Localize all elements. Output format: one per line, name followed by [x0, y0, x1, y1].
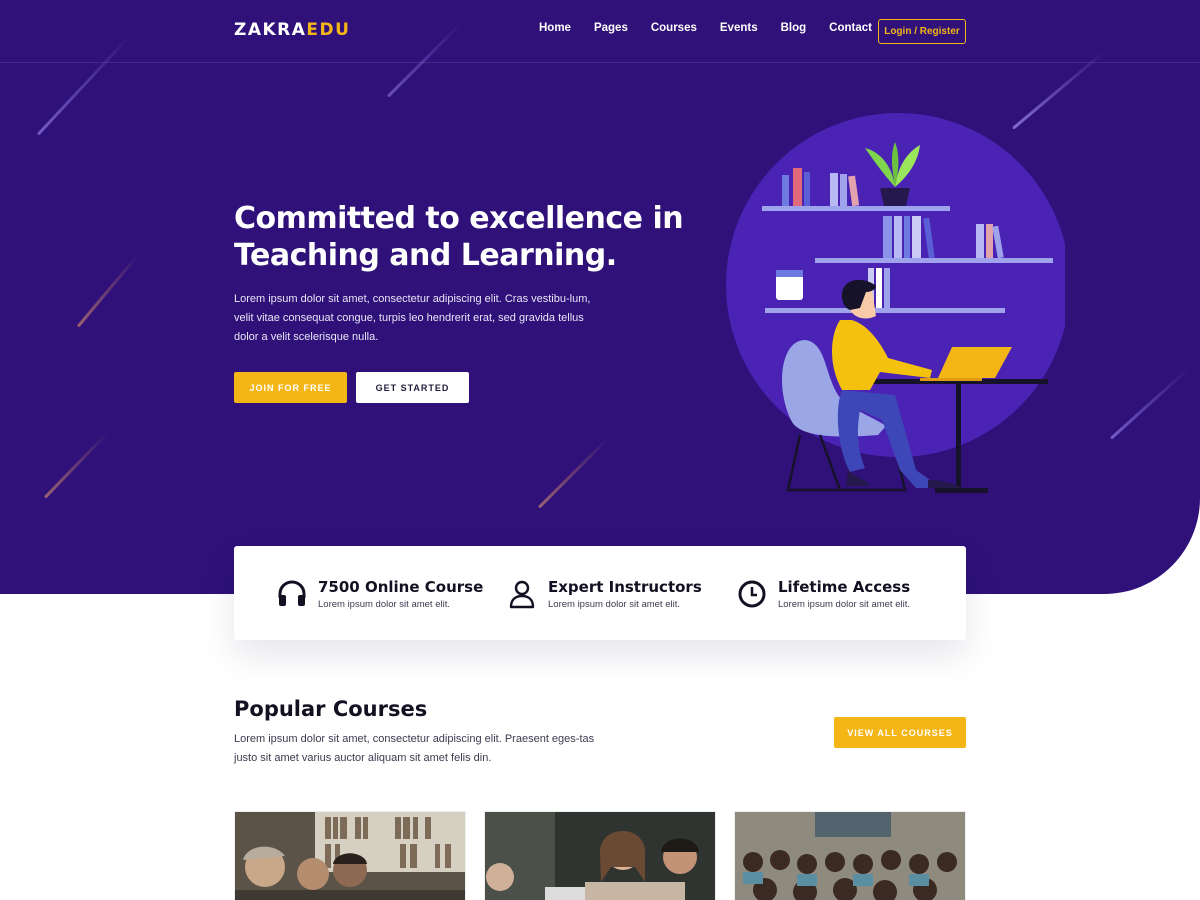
nav-item-contact[interactable]: Contact	[829, 22, 872, 34]
course-card[interactable]	[734, 811, 966, 900]
decorative-streak	[36, 34, 132, 136]
nav-item-blog[interactable]: Blog	[781, 22, 807, 34]
feature-title: Expert Instructors	[548, 577, 702, 596]
login-register-button[interactable]: Login / Register	[878, 19, 966, 44]
hero-section: ZAKRAEDU Home Pages Courses Events Blog …	[0, 0, 1200, 594]
view-all-courses-button[interactable]: VIEW ALL COURSES	[834, 717, 966, 748]
feature-title: 7500 Online Course	[318, 577, 484, 596]
feature-subtitle: Lorem ipsum dolor sit amet elit.	[318, 598, 450, 610]
logo-text-accent: EDU	[306, 20, 351, 40]
nav-item-pages[interactable]: Pages	[594, 22, 628, 34]
feature-subtitle: Lorem ipsum dolor sit amet elit.	[548, 598, 680, 610]
get-started-button[interactable]: GET STARTED	[356, 372, 469, 403]
students-library-photo	[235, 812, 465, 900]
nav-item-events[interactable]: Events	[720, 22, 758, 34]
hero-title: Committed to excellence in Teaching and …	[234, 201, 684, 273]
main-nav: Home Pages Courses Events Blog Contact	[539, 22, 895, 34]
feature-item: Lifetime Access Lorem ipsum dolor sit am…	[736, 577, 966, 610]
popular-courses-title: Popular Courses	[234, 697, 428, 721]
classroom-children-photo	[735, 812, 965, 900]
popular-courses-description: Lorem ipsum dolor sit amet, consectetur …	[234, 733, 595, 764]
decorative-streak	[76, 252, 141, 328]
feature-title: Lifetime Access	[778, 577, 911, 596]
course-card[interactable]	[484, 811, 716, 900]
site-logo[interactable]: ZAKRAEDU	[234, 20, 350, 40]
user-icon	[509, 580, 535, 608]
nav-item-courses[interactable]: Courses	[651, 22, 697, 34]
feature-subtitle: Lorem ipsum dolor sit amet elit.	[778, 598, 910, 610]
course-card[interactable]	[234, 811, 466, 900]
join-for-free-button[interactable]: JOIN FOR FREE	[234, 372, 347, 403]
headphones-icon	[278, 579, 306, 606]
feature-item: Expert Instructors Lorem ipsum dolor sit…	[506, 577, 736, 610]
nav-item-home[interactable]: Home	[539, 22, 571, 34]
hero-description: Lorem ipsum dolor sit amet, consectetur …	[234, 293, 591, 343]
logo-text-main: ZAKRA	[234, 20, 307, 40]
clock-icon	[738, 580, 766, 607]
students-laptop-photo	[485, 812, 715, 900]
decorative-streak	[43, 431, 109, 499]
decorative-streak	[1109, 367, 1191, 440]
hero-illustration	[726, 113, 1065, 493]
decorative-streak	[537, 437, 610, 509]
decorative-streak	[386, 21, 464, 98]
features-card: 7500 Online Course Lorem ipsum dolor sit…	[234, 546, 966, 640]
feature-item: 7500 Online Course Lorem ipsum dolor sit…	[276, 577, 506, 610]
